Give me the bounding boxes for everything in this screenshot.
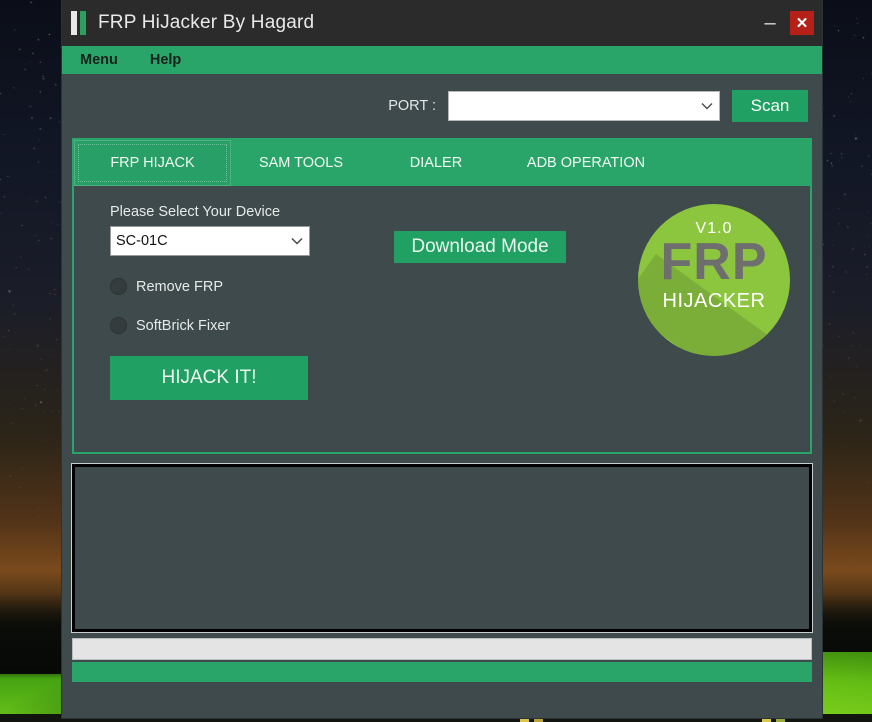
radio-remove-frp[interactable]: Remove FRP (110, 278, 310, 295)
radio-softbrick-fixer[interactable]: SoftBrick Fixer (110, 317, 310, 334)
progress-bar (72, 638, 812, 660)
download-mode-button[interactable]: Download Mode (394, 231, 566, 263)
frp-hijack-panel: Please Select Your Device SC-01C Downloa… (74, 186, 810, 452)
device-select[interactable]: SC-01C (110, 226, 310, 256)
port-row: PORT : Scan (62, 74, 822, 138)
menu-bar: Menu Help (62, 46, 822, 74)
window-filler (62, 682, 822, 718)
chevron-down-icon (285, 234, 309, 248)
hijack-it-button[interactable]: HIJACK IT! (110, 356, 308, 400)
frp-hijacker-logo: V1.0 FRP HIJACKER (638, 204, 790, 356)
logo-frp-text: FRP (660, 233, 768, 291)
radio-indicator-icon (110, 317, 127, 334)
application-window: FRP HiJacker By Hagard – ✕ Menu Help POR… (62, 0, 822, 718)
tab-strip: FRP HIJACK SAM TOOLS DIALER ADB OPERATIO… (74, 140, 810, 186)
status-bar (72, 662, 812, 682)
scan-button[interactable]: Scan (732, 90, 808, 122)
app-logo-icon (71, 11, 86, 35)
close-button[interactable]: ✕ (790, 11, 814, 35)
title-bar[interactable]: FRP HiJacker By Hagard – ✕ (62, 0, 822, 46)
radio-remove-frp-label: Remove FRP (136, 278, 224, 295)
desktop-wallpaper: FRP HiJacker By Hagard – ✕ Menu Help POR… (0, 0, 872, 722)
tab-control: FRP HIJACK SAM TOOLS DIALER ADB OPERATIO… (72, 138, 812, 454)
device-select-value: SC-01C (116, 233, 168, 249)
logo-hijacker-text: HIJACKER (662, 290, 766, 312)
menu-item-menu[interactable]: Menu (76, 50, 122, 70)
chevron-down-icon (695, 99, 719, 113)
console-output[interactable] (72, 464, 812, 632)
minimize-button[interactable]: – (760, 13, 780, 33)
tab-frp-hijack[interactable]: FRP HIJACK (74, 140, 231, 186)
window-controls: – ✕ (760, 0, 814, 46)
radio-indicator-icon (110, 278, 127, 295)
port-select[interactable] (448, 91, 720, 121)
window-title: FRP HiJacker By Hagard (98, 12, 315, 33)
tab-dialer[interactable]: DIALER (371, 140, 501, 186)
tab-sam-tools[interactable]: SAM TOOLS (231, 140, 371, 186)
radio-softbrick-fixer-label: SoftBrick Fixer (136, 317, 231, 334)
menu-item-help[interactable]: Help (146, 50, 185, 70)
port-label: PORT : (388, 98, 436, 114)
tab-adb-operation[interactable]: ADB OPERATION (501, 140, 671, 186)
